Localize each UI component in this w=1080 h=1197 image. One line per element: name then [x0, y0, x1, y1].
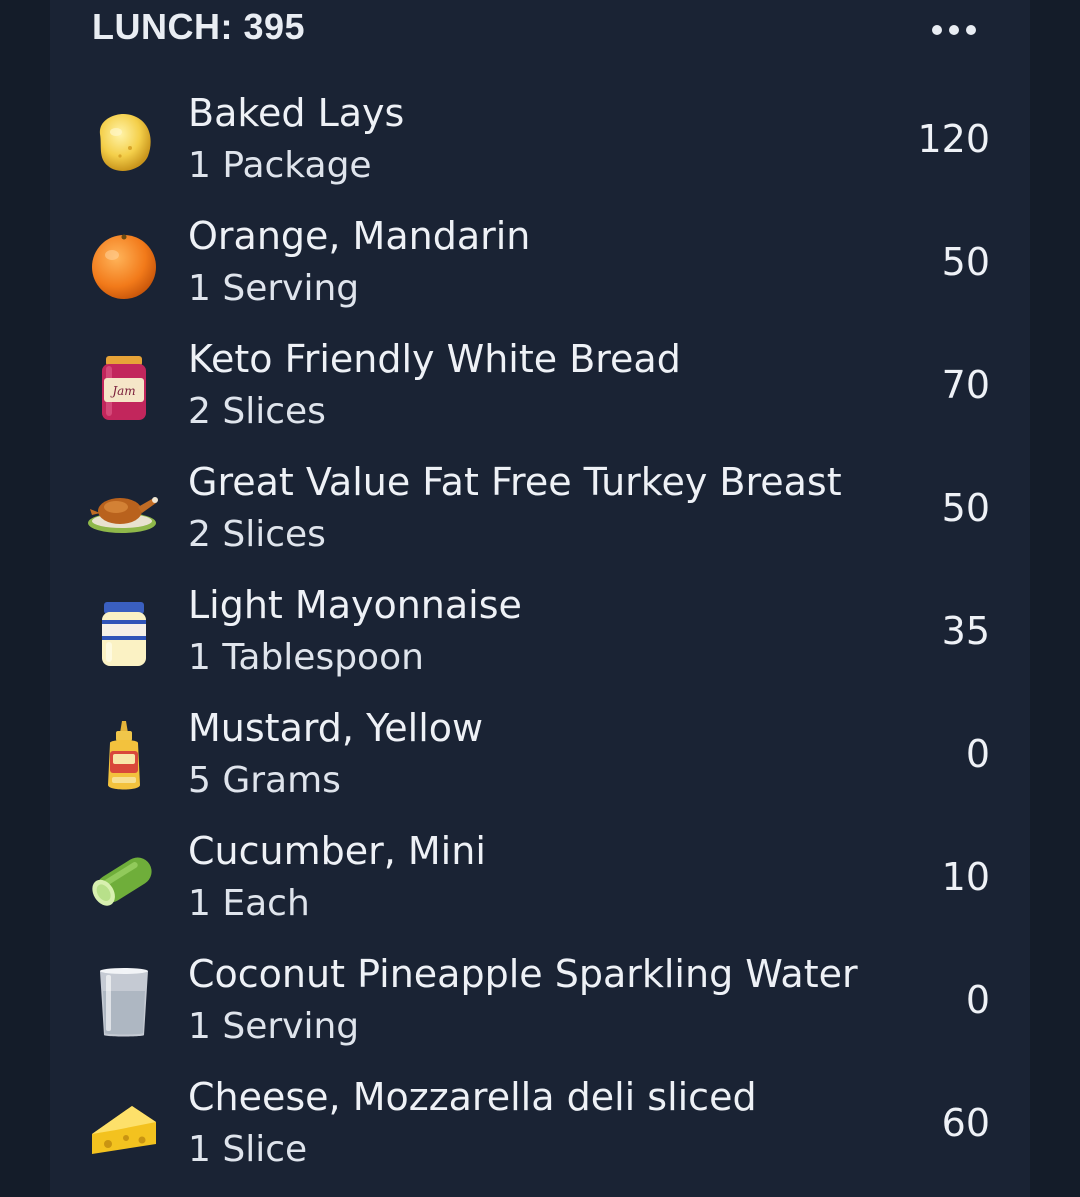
food-name: Keto Friendly White Bread [188, 337, 681, 381]
food-name: Coconut Pineapple Sparkling Water [188, 952, 858, 996]
food-entry-row[interactable]: Light Mayonnaise 1 Tablespoon 35 [50, 570, 1030, 693]
food-serving: 1 Slice [188, 1129, 308, 1170]
food-serving: 1 Serving [188, 268, 360, 309]
food-serving: 1 Serving [188, 1006, 360, 1047]
food-name: Great Value Fat Free Turkey Breast [188, 460, 842, 504]
chip-icon [86, 104, 162, 180]
food-serving: 2 Slices [188, 514, 326, 555]
food-serving: 1 Tablespoon [188, 637, 424, 678]
cucumber-icon [86, 842, 162, 918]
jam-jar-icon: Jam [86, 350, 162, 426]
food-entry-row[interactable]: Great Value Fat Free Turkey Breast 2 Sli… [50, 447, 1030, 570]
more-horizontal-icon [966, 25, 976, 35]
food-name: Light Mayonnaise [188, 583, 522, 627]
food-name: Cucumber, Mini [188, 829, 486, 873]
food-calories: 50 [941, 486, 990, 530]
mayonnaise-jar-icon [86, 596, 162, 672]
more-horizontal-icon [949, 25, 959, 35]
food-name: Cheese, Mozzarella deli sliced [188, 1075, 757, 1119]
mustard-bottle-icon [86, 719, 162, 795]
food-calories: 10 [941, 855, 990, 899]
food-name: Mustard, Yellow [188, 706, 484, 750]
food-entry-row[interactable]: Baked Lays 1 Package 120 [50, 78, 1030, 201]
food-list: Baked Lays 1 Package 120 Orange, Mandari… [50, 78, 1030, 1185]
food-entry-row[interactable]: Orange, Mandarin 1 Serving 50 [50, 201, 1030, 324]
jam-label-text: Jam [109, 384, 135, 398]
food-entry-row[interactable]: Cucumber, Mini 1 Each 10 [50, 816, 1030, 939]
food-calories: 0 [965, 732, 990, 776]
food-calories: 50 [941, 240, 990, 284]
cheese-wedge-icon [86, 1088, 162, 1164]
water-glass-icon [86, 965, 162, 1041]
food-name: Orange, Mandarin [188, 214, 531, 258]
more-horizontal-icon [932, 25, 942, 35]
food-entry-row[interactable]: Coconut Pineapple Sparkling Water 1 Serv… [50, 939, 1030, 1062]
food-calories: 120 [917, 117, 990, 161]
food-entry-row[interactable]: Mustard, Yellow 5 Grams 0 [50, 693, 1030, 816]
roast-turkey-icon [86, 473, 162, 549]
meal-title: LUNCH: 395 [92, 6, 306, 47]
food-serving: 2 Slices [188, 391, 326, 432]
food-calories: 70 [941, 363, 990, 407]
orange-icon [86, 227, 162, 303]
diary-page: LUNCH: 395 Baked Lays 1 Package 120 Oran… [0, 0, 1080, 1197]
food-calories: 0 [965, 978, 990, 1022]
food-entry-row[interactable]: Cheese, Mozzarella deli sliced 1 Slice 6… [50, 1062, 1030, 1185]
food-serving: 1 Each [188, 883, 310, 924]
food-calories: 60 [941, 1101, 990, 1145]
food-name: Baked Lays [188, 91, 405, 135]
more-options-button[interactable] [932, 18, 976, 42]
food-calories: 35 [941, 609, 990, 653]
food-entry-row[interactable]: Jam Keto Friendly White Bread 2 Slices 7… [50, 324, 1030, 447]
meal-card: LUNCH: 395 Baked Lays 1 Package 120 Oran… [50, 0, 1030, 1197]
food-serving: 5 Grams [188, 760, 341, 801]
meal-header: LUNCH: 395 [92, 0, 990, 56]
food-serving: 1 Package [188, 145, 372, 186]
